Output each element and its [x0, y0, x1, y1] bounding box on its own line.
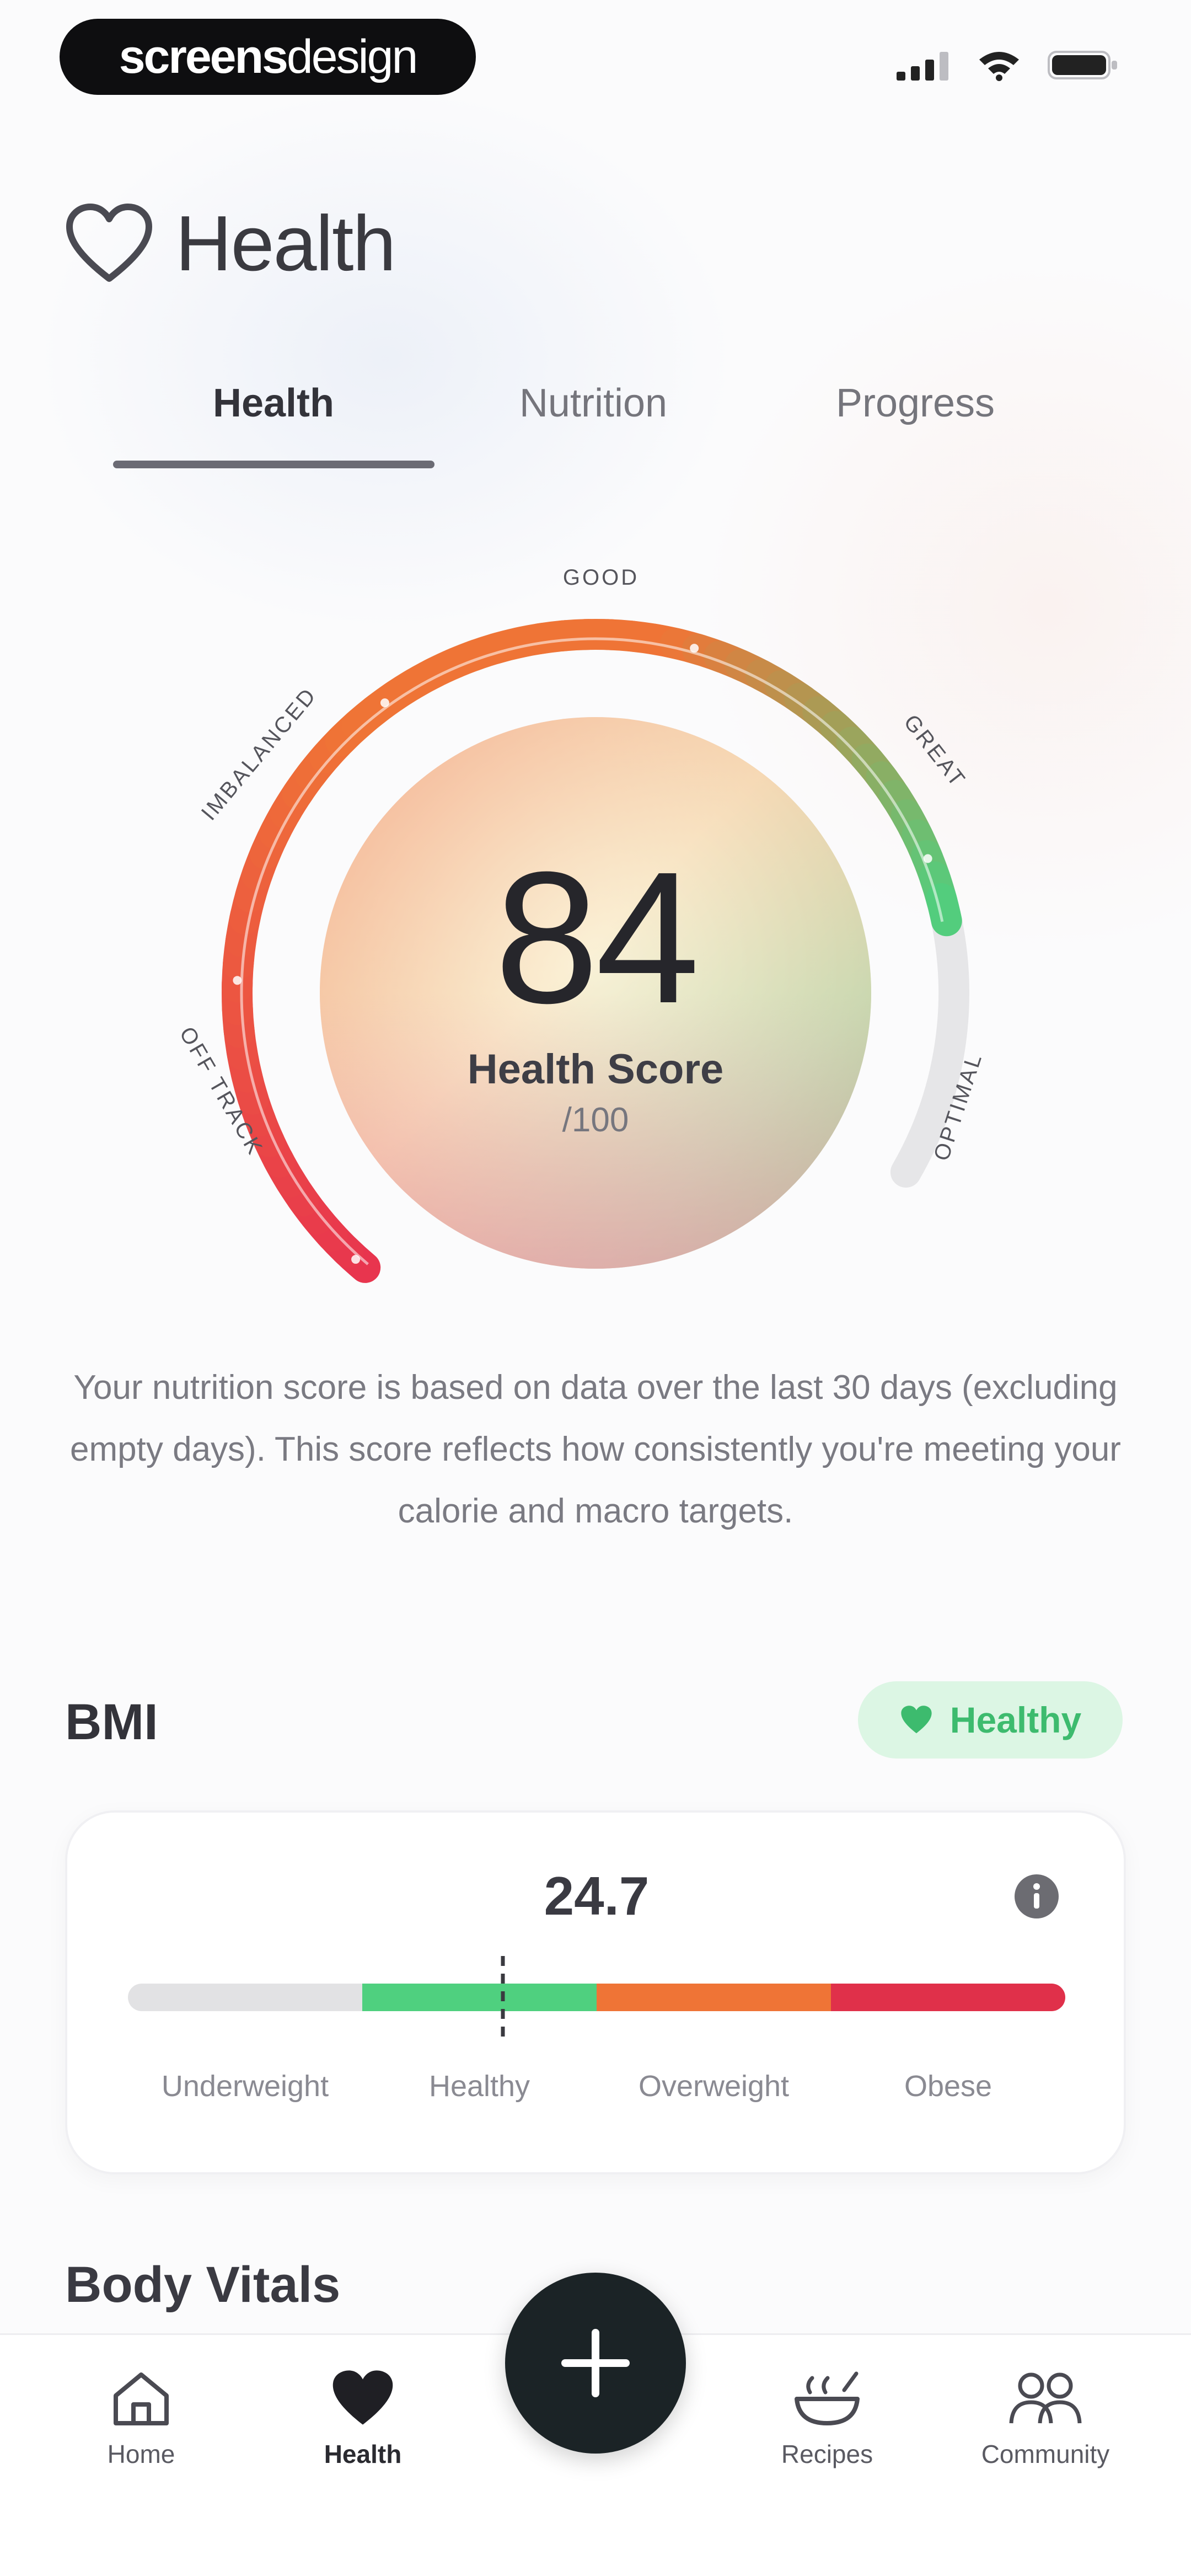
- bmi-value: 24.7: [544, 1866, 650, 1926]
- info-icon[interactable]: [1013, 1873, 1060, 1920]
- bmi-marker: [501, 1956, 505, 2039]
- heart-outline-icon: [66, 204, 152, 282]
- tab-progress[interactable]: Progress: [805, 381, 1026, 426]
- home-icon: [114, 2372, 169, 2425]
- plus-icon: [561, 2329, 630, 2397]
- active-tab-indicator: [113, 461, 434, 468]
- bmi-label-healthy: Healthy: [428, 2070, 530, 2103]
- status-bar: screens design: [0, 0, 1191, 121]
- bmi-card: 24.7 Underweight Healthy Overweight Obes…: [65, 1810, 1126, 2174]
- nav-label-recipes: Recipes: [781, 2440, 873, 2468]
- bmi-status-badge: Healthy: [858, 1681, 1123, 1759]
- signal-icon: [897, 52, 948, 81]
- heart-icon: [332, 2370, 393, 2425]
- health-score-value: 84: [494, 833, 700, 1043]
- gauge-zone-tick: [351, 1255, 361, 1264]
- nav-item-community[interactable]: Community: [963, 2368, 1128, 2469]
- bmi-category-labels: Underweight Healthy Overweight Obese: [128, 2069, 1065, 2119]
- nav-item-recipes[interactable]: Recipes: [744, 2368, 910, 2469]
- bmi-label-obese: Obese: [904, 2070, 993, 2103]
- brand-part-1: screens: [119, 30, 288, 83]
- gauge-zone-tick: [380, 698, 389, 708]
- add-button[interactable]: [505, 2273, 686, 2454]
- wifi-icon: [979, 52, 1019, 81]
- tab-nutrition[interactable]: Nutrition: [483, 381, 704, 426]
- bmi-section-title: BMI: [65, 1694, 158, 1750]
- bmi-label-underweight: Underweight: [161, 2070, 329, 2103]
- zone-label-good: GOOD: [563, 565, 639, 590]
- gauge-zone-tick: [690, 644, 699, 653]
- brand-part-2: design: [286, 30, 418, 83]
- score-description: Your nutrition score is based on data ov…: [70, 1369, 1121, 1530]
- battery-icon: [1048, 51, 1117, 79]
- status-icons: [895, 49, 1119, 82]
- bmi-segment: [128, 1984, 362, 2011]
- bmi-label-overweight: Overweight: [638, 2070, 790, 2103]
- page-header: Health: [65, 199, 396, 289]
- nav-item-health[interactable]: Health: [280, 2368, 446, 2469]
- health-score-max: /100: [562, 1101, 629, 1139]
- bmi-segment: [362, 1984, 597, 2011]
- heart-icon: [901, 1706, 932, 1734]
- bmi-scale-bar: [128, 1984, 1065, 2011]
- nav-label-health: Health: [324, 2440, 402, 2468]
- community-icon: [1009, 2372, 1082, 2424]
- tab-health[interactable]: Health: [163, 381, 384, 426]
- zone-label-great: GREAT: [899, 710, 970, 792]
- health-score-label: Health Score: [467, 1046, 724, 1093]
- body-vitals-title: Body Vitals: [65, 2257, 341, 2313]
- brand-logo: screens design: [60, 19, 476, 95]
- page-title: Health: [175, 200, 396, 287]
- bmi-segment: [597, 1984, 831, 2011]
- nav-item-home[interactable]: Home: [58, 2368, 224, 2469]
- recipes-icon: [795, 2371, 860, 2425]
- health-score-gauge: OFF TRACK IMBALANCED GOOD GREAT OPTIMAL …: [154, 541, 1037, 1335]
- nav-label-home: Home: [107, 2440, 175, 2468]
- bmi-badge-label: Healthy: [949, 1699, 1082, 1740]
- nav-label-community: Community: [981, 2440, 1110, 2468]
- bmi-segment: [831, 1984, 1065, 2011]
- health-screen: screens design Health Health Nutrition P…: [0, 0, 1191, 2576]
